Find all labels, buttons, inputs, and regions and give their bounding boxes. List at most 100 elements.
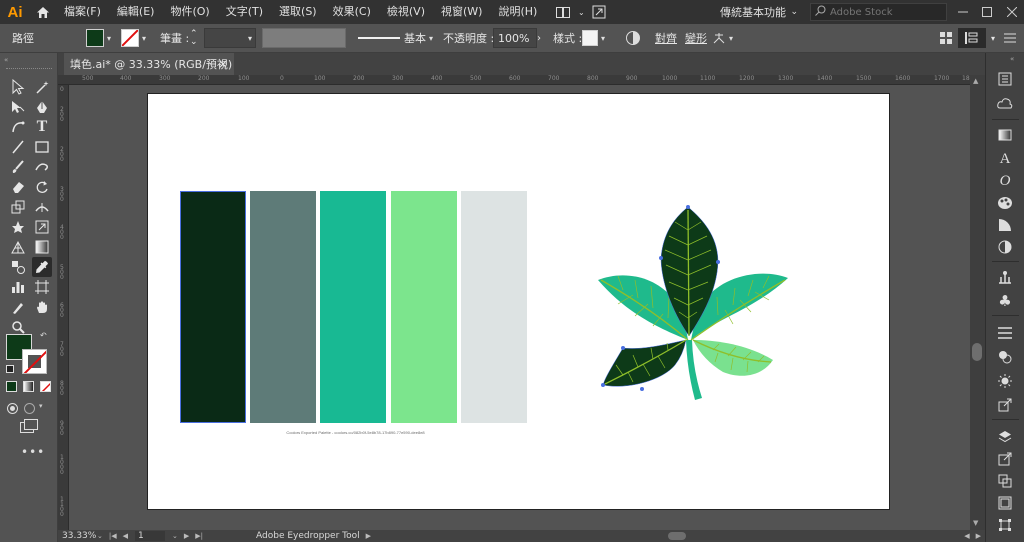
scroll-thumb[interactable]	[972, 343, 982, 361]
stock-search-input[interactable]	[830, 6, 940, 18]
stroke-weight-field[interactable]: ▾	[204, 28, 256, 48]
last-artboard-icon[interactable]: ▶|	[195, 532, 203, 540]
appearance-panel-icon[interactable]	[995, 215, 1015, 235]
menu-window[interactable]: 視窗(W)	[433, 0, 490, 24]
artboard-tool-icon[interactable]	[32, 277, 52, 297]
type-tool-icon[interactable]: T	[32, 117, 52, 137]
symbols-panel-icon[interactable]	[995, 267, 1015, 287]
menu-view[interactable]: 檢視(V)	[379, 0, 433, 24]
vertical-scrollbar[interactable]: ▲ ▼	[970, 75, 985, 530]
first-artboard-icon[interactable]: |◀	[109, 532, 117, 540]
chevron-down-icon[interactable]: ▾	[39, 402, 43, 410]
close-icon[interactable]	[999, 0, 1024, 24]
color-mode-icon[interactable]	[6, 381, 17, 392]
leaflet-lower-right[interactable]	[692, 339, 773, 376]
variable-width-profile[interactable]	[262, 28, 346, 48]
recolor-artwork-icon[interactable]	[625, 28, 641, 48]
palette-swatch[interactable]	[320, 191, 386, 423]
palette-swatch[interactable]	[180, 191, 246, 423]
selection-tool-icon[interactable]	[8, 77, 28, 97]
pathfinder-panel-icon[interactable]	[995, 347, 1015, 367]
grid-view-icon[interactable]	[940, 28, 952, 48]
gradient-panel-icon[interactable]	[995, 125, 1015, 145]
stroke-weight-stepper[interactable]: ⌃ ⌄	[190, 28, 198, 48]
align-panel-icon[interactable]	[995, 323, 1015, 343]
chevron-right-icon[interactable]: ›	[537, 28, 541, 48]
free-transform-tool-icon[interactable]	[32, 217, 52, 237]
menu-select[interactable]: 選取(S)	[271, 0, 325, 24]
chevron-down-icon[interactable]: ⌄	[97, 532, 103, 540]
chevron-down-icon[interactable]: ⌄	[172, 532, 178, 540]
gradient-tool-icon[interactable]	[32, 237, 52, 257]
blend-tool-icon[interactable]	[8, 257, 28, 277]
close-icon[interactable]: ×	[218, 57, 228, 71]
links-panel-icon[interactable]	[995, 471, 1015, 491]
next-artboard-icon[interactable]: ▶	[184, 532, 189, 540]
scroll-down-icon[interactable]: ▼	[973, 519, 978, 527]
menu-effect[interactable]: 效果(C)	[325, 0, 379, 24]
draw-behind-icon[interactable]	[23, 402, 36, 418]
zoom-level[interactable]: 33.33%	[58, 531, 96, 541]
menu-object[interactable]: 物件(O)	[162, 0, 217, 24]
color-guide-panel-icon[interactable]	[995, 193, 1015, 213]
panel-menu-icon[interactable]	[1004, 28, 1016, 48]
scale-tool-icon[interactable]	[8, 197, 28, 217]
align-button[interactable]: 對齊	[655, 28, 677, 48]
graphic-style-dropdown[interactable]: ▾	[582, 28, 605, 48]
menu-type[interactable]: 文字(T)	[218, 0, 271, 24]
width-tool-icon[interactable]	[32, 197, 52, 217]
maximize-icon[interactable]	[974, 0, 999, 24]
character-panel-icon[interactable]: A	[995, 149, 1015, 169]
rotate-tool-icon[interactable]	[32, 177, 52, 197]
transparency-panel-icon[interactable]	[995, 237, 1015, 257]
chestnut-leaf-illustration[interactable]	[583, 200, 803, 410]
horizontal-scroll-thumb[interactable]	[668, 532, 686, 540]
scroll-right-icon[interactable]: ▶	[976, 532, 981, 540]
magic-wand-tool-icon[interactable]	[32, 77, 52, 97]
previous-artboard-icon[interactable]: ◀	[123, 532, 128, 540]
default-fill-stroke-icon[interactable]	[6, 365, 14, 373]
hand-tool-icon[interactable]	[32, 297, 52, 317]
none-mode-icon[interactable]	[40, 381, 51, 392]
arrange-docs-icon[interactable]	[551, 0, 575, 24]
slice-tool-icon[interactable]	[8, 297, 28, 317]
leaflet-lower-left[interactable]	[601, 339, 687, 391]
puppet-warp-tool-icon[interactable]	[8, 217, 28, 237]
direct-selection-tool-icon[interactable]	[8, 97, 28, 117]
libraries-panel-icon[interactable]	[995, 93, 1015, 113]
layers-panel-icon[interactable]	[995, 427, 1015, 447]
transform-panel-icon[interactable]	[995, 515, 1015, 535]
paintbrush-tool-icon[interactable]	[8, 157, 28, 177]
canvas[interactable]: Coolors Exported Palette - coolors.co/08…	[70, 86, 970, 530]
export-panel-icon[interactable]	[995, 449, 1015, 469]
fill-color-dropdown[interactable]: ▾	[86, 28, 111, 48]
edit-toolbar-icon[interactable]: •••	[21, 445, 45, 459]
gpu-icon[interactable]	[587, 0, 611, 24]
eyedropper-icon[interactable]	[32, 257, 52, 277]
perspective-grid-tool-icon[interactable]	[8, 237, 28, 257]
selection-mode-icon[interactable]	[958, 28, 986, 48]
stroke-color-box[interactable]	[22, 349, 47, 374]
status-menu-icon[interactable]: ▶	[366, 532, 371, 540]
chevron-down-icon[interactable]: ▾	[991, 28, 995, 48]
stroke-color-dropdown[interactable]: ▾	[121, 28, 146, 48]
artboards-panel-icon[interactable]	[995, 493, 1015, 513]
opacity-input[interactable]	[493, 28, 537, 48]
menu-help[interactable]: 說明(H)	[490, 0, 545, 24]
dock-expand-icon[interactable]: «	[1010, 55, 1014, 63]
minimize-icon[interactable]	[950, 0, 975, 24]
brush-definition-dropdown[interactable]: 基本 ▾	[352, 28, 436, 48]
stock-search[interactable]	[810, 3, 947, 21]
curvature-tool-icon[interactable]	[8, 117, 28, 137]
artboard-number[interactable]: 1	[135, 531, 166, 541]
column-graph-tool-icon[interactable]	[8, 277, 28, 297]
club-symbol-icon[interactable]: ♣	[995, 291, 1015, 311]
palette-swatch[interactable]	[461, 191, 527, 423]
brightness-panel-icon[interactable]	[995, 371, 1015, 391]
puppet-warp-icon[interactable]: ▾	[712, 28, 733, 48]
pen-tool-icon[interactable]	[32, 97, 52, 117]
asset-export-panel-icon[interactable]	[995, 395, 1015, 415]
opentype-panel-icon[interactable]: O	[995, 171, 1015, 191]
workspace-switcher[interactable]: 傳統基本功能 ⌄	[716, 2, 802, 22]
scroll-up-icon[interactable]: ▲	[973, 77, 978, 85]
